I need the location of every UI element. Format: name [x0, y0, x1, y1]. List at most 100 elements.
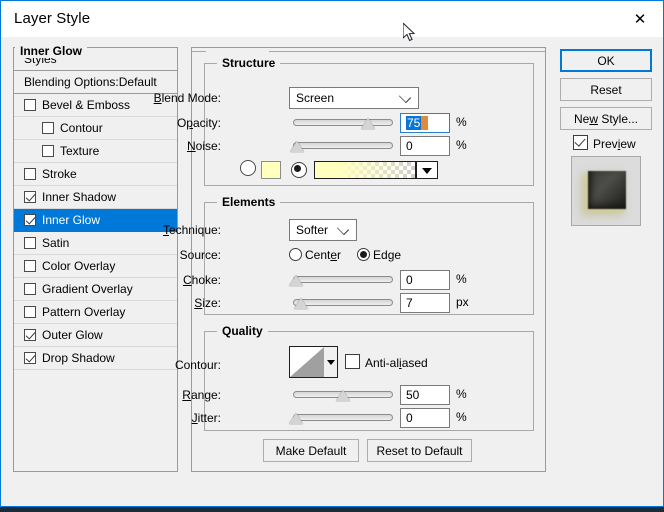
blend-mode-select[interactable]: Screen: [289, 87, 419, 109]
technique-value: Softer: [296, 223, 329, 237]
opacity-slider-track: [293, 119, 393, 126]
make-default-button[interactable]: Make Default: [263, 439, 359, 462]
effect-checkbox[interactable]: [24, 329, 36, 341]
sidebar-item-inner-shadow[interactable]: Inner Shadow: [14, 186, 177, 209]
effect-checkbox[interactable]: [24, 168, 36, 180]
sidebar-item-label: Outer Glow: [42, 328, 103, 342]
effect-checkbox[interactable]: [24, 237, 36, 249]
blend-mode-value: Screen: [296, 91, 335, 105]
check-icon: [574, 135, 586, 147]
sidebar-item-label: Texture: [60, 144, 100, 158]
source-center-label: Center: [305, 248, 342, 262]
noise-input[interactable]: 0: [400, 136, 450, 156]
preview-checkbox[interactable]: [573, 135, 588, 150]
ok-button[interactable]: OK: [560, 49, 652, 72]
contour-label: Contour:: [174, 358, 221, 372]
noise-slider[interactable]: [290, 137, 393, 155]
contour-preview[interactable]: [289, 346, 325, 378]
sidebar-item-label: Satin: [42, 236, 70, 250]
choke-value: 0: [406, 273, 413, 287]
opacity-slider-thumb[interactable]: [361, 118, 375, 129]
jitter-value: 0: [406, 411, 413, 425]
choke-label: Choke:: [182, 273, 221, 287]
sidebar-item-label: Contour: [60, 121, 103, 135]
source-edge-radio[interactable]: [357, 248, 370, 261]
opacity-slider[interactable]: [293, 114, 393, 132]
choke-slider-thumb[interactable]: [289, 275, 303, 286]
gradient-preview[interactable]: [314, 161, 416, 179]
close-icon[interactable]: ✕: [617, 1, 663, 36]
range-slider-thumb[interactable]: [336, 390, 350, 401]
glow-color-swatch[interactable]: [261, 161, 281, 179]
jitter-slider-track: [293, 414, 393, 421]
elements-group-title: Elements: [217, 195, 281, 209]
source-edge-label: Edge: [373, 248, 402, 262]
chevron-down-icon: [336, 222, 350, 236]
page-title: Layer Style: [14, 10, 91, 27]
gradient-dropdown-arrow[interactable]: [416, 161, 438, 179]
gradient-fill-radio[interactable]: [291, 162, 307, 178]
size-slider[interactable]: [293, 294, 393, 312]
range-label: Range:: [182, 388, 221, 402]
quality-group-title: Quality: [217, 324, 268, 338]
sidebar-item-label: Drop Shadow: [42, 351, 115, 365]
panel-title: Inner Glow: [15, 44, 88, 58]
new-style-button[interactable]: New Style...: [560, 107, 652, 130]
choke-slider[interactable]: [289, 271, 393, 289]
range-value: 50: [406, 388, 420, 402]
effect-checkbox[interactable]: [24, 283, 36, 295]
size-slider-track: [293, 299, 393, 306]
opacity-input[interactable]: 75: [400, 113, 450, 133]
source-center-radio[interactable]: [289, 248, 302, 261]
choke-input[interactable]: 0: [400, 270, 450, 290]
size-input[interactable]: 7: [400, 293, 450, 313]
effect-checkbox[interactable]: [24, 99, 36, 111]
effect-checkbox[interactable]: [42, 145, 54, 157]
effect-checkbox[interactable]: [24, 260, 36, 272]
technique-label: Technique:: [162, 223, 221, 237]
source-label: Source:: [179, 248, 221, 262]
reset-to-default-button[interactable]: Reset to Default: [367, 439, 472, 462]
reset-button[interactable]: Reset: [560, 78, 652, 101]
noise-unit: %: [456, 138, 467, 152]
noise-label: Noise:: [186, 139, 221, 153]
range-input[interactable]: 50: [400, 385, 450, 405]
effect-checkbox[interactable]: [24, 306, 36, 318]
jitter-slider[interactable]: [289, 409, 393, 427]
technique-select[interactable]: Softer: [289, 219, 357, 241]
effect-checkbox[interactable]: [24, 214, 36, 226]
layer-style-dialog: Layer Style ✕ Styles Blending Options:De…: [0, 0, 664, 507]
size-label: Size:: [194, 296, 221, 310]
opacity-value: 75: [406, 116, 422, 130]
jitter-unit: %: [456, 410, 467, 424]
jitter-input[interactable]: 0: [400, 408, 450, 428]
color-fill-radio[interactable]: [240, 160, 256, 176]
sidebar-item-label: Inner Glow: [42, 213, 101, 227]
size-slider-thumb[interactable]: [294, 298, 308, 309]
size-unit: px: [456, 295, 469, 309]
opacity-label: Opacity:: [176, 116, 221, 130]
noise-slider-track: [293, 142, 393, 149]
structure-group-title: Structure: [217, 56, 281, 70]
sidebar-item-outer-glow[interactable]: Outer Glow: [14, 324, 177, 347]
sidebar-item-stroke[interactable]: Stroke: [14, 163, 177, 186]
sidebar-item-label: Color Overlay: [42, 259, 116, 273]
jitter-slider-thumb[interactable]: [289, 413, 303, 424]
range-slider[interactable]: [293, 386, 393, 404]
noise-value: 0: [406, 139, 413, 153]
choke-slider-track: [293, 276, 393, 283]
contour-dropdown-arrow[interactable]: [324, 346, 338, 378]
sidebar-item-label: Inner Shadow: [42, 190, 117, 204]
effect-checkbox[interactable]: [24, 352, 36, 364]
panel-title-rule-right: [269, 51, 545, 52]
text-caret: [421, 116, 429, 130]
anti-aliased-checkbox[interactable]: [345, 354, 360, 369]
blend-mode-label: Blend Mode:: [153, 91, 221, 105]
effect-checkbox[interactable]: [24, 191, 36, 203]
chevron-down-icon: [398, 90, 412, 104]
noise-slider-thumb[interactable]: [290, 141, 304, 152]
range-unit: %: [456, 387, 467, 401]
effect-checkbox[interactable]: [42, 122, 54, 134]
title-bar: Layer Style ✕: [1, 1, 663, 37]
jitter-label: Jitter:: [191, 411, 221, 425]
